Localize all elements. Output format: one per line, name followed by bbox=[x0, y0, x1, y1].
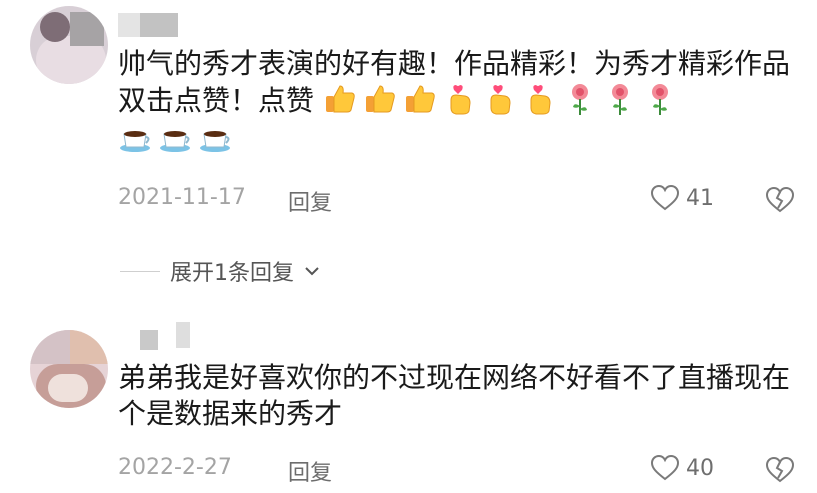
heart-icon bbox=[650, 184, 680, 211]
thumbs-up-emoji bbox=[405, 85, 435, 113]
rose-emoji bbox=[651, 84, 668, 115]
username-blurred bbox=[118, 13, 140, 37]
coffee-emoji bbox=[160, 131, 190, 152]
username-blurred bbox=[176, 322, 190, 348]
rose-emoji bbox=[571, 84, 588, 115]
comment-item: 帅气的秀才表演的好有趣！作品精彩！为秀才精彩作品双击点赞！点赞 2021-11-… bbox=[0, 0, 817, 240]
broken-heart-icon[interactable] bbox=[765, 186, 795, 214]
username-blurred bbox=[140, 330, 158, 350]
coffee-emoji bbox=[200, 131, 230, 152]
thumbs-up-emoji bbox=[365, 85, 395, 113]
expand-replies-label: 展开1条回复 bbox=[170, 261, 294, 286]
avatar[interactable] bbox=[30, 330, 108, 408]
broken-heart-icon[interactable] bbox=[765, 456, 795, 484]
coffee-emoji bbox=[120, 131, 150, 152]
rose-emoji bbox=[611, 84, 628, 115]
comment-date: 2021-11-17 bbox=[118, 185, 246, 210]
chevron-down-icon bbox=[305, 267, 319, 276]
divider-line bbox=[120, 270, 160, 272]
heart-icon bbox=[650, 454, 680, 481]
like-button[interactable]: 41 bbox=[650, 184, 714, 212]
thumbs-up-emoji bbox=[325, 85, 355, 113]
finger-heart-emoji bbox=[490, 85, 511, 115]
username-blurred bbox=[140, 13, 178, 37]
like-count: 40 bbox=[686, 455, 714, 481]
finger-heart-emoji bbox=[530, 85, 551, 115]
finger-heart-emoji bbox=[450, 85, 471, 115]
comment-item: 弟弟我是好喜欢你的不过现在网络不好看不了直播现在个是数据来的秀才 2022-2-… bbox=[0, 320, 817, 493]
reply-button[interactable]: 回复 bbox=[288, 455, 332, 487]
expand-replies-button[interactable]: 展开1条回复 bbox=[120, 255, 320, 287]
reply-button[interactable]: 回复 bbox=[288, 185, 332, 217]
avatar[interactable] bbox=[30, 6, 108, 84]
like-count: 41 bbox=[686, 185, 714, 211]
comment-date: 2022-2-27 bbox=[118, 455, 232, 480]
comment-text: 弟弟我是好喜欢你的不过现在网络不好看不了直播现在个是数据来的秀才 bbox=[118, 361, 791, 430]
like-button[interactable]: 40 bbox=[650, 454, 714, 482]
comment-text: 帅气的秀才表演的好有趣！作品精彩！为秀才精彩作品双击点赞！点赞 bbox=[118, 46, 798, 156]
